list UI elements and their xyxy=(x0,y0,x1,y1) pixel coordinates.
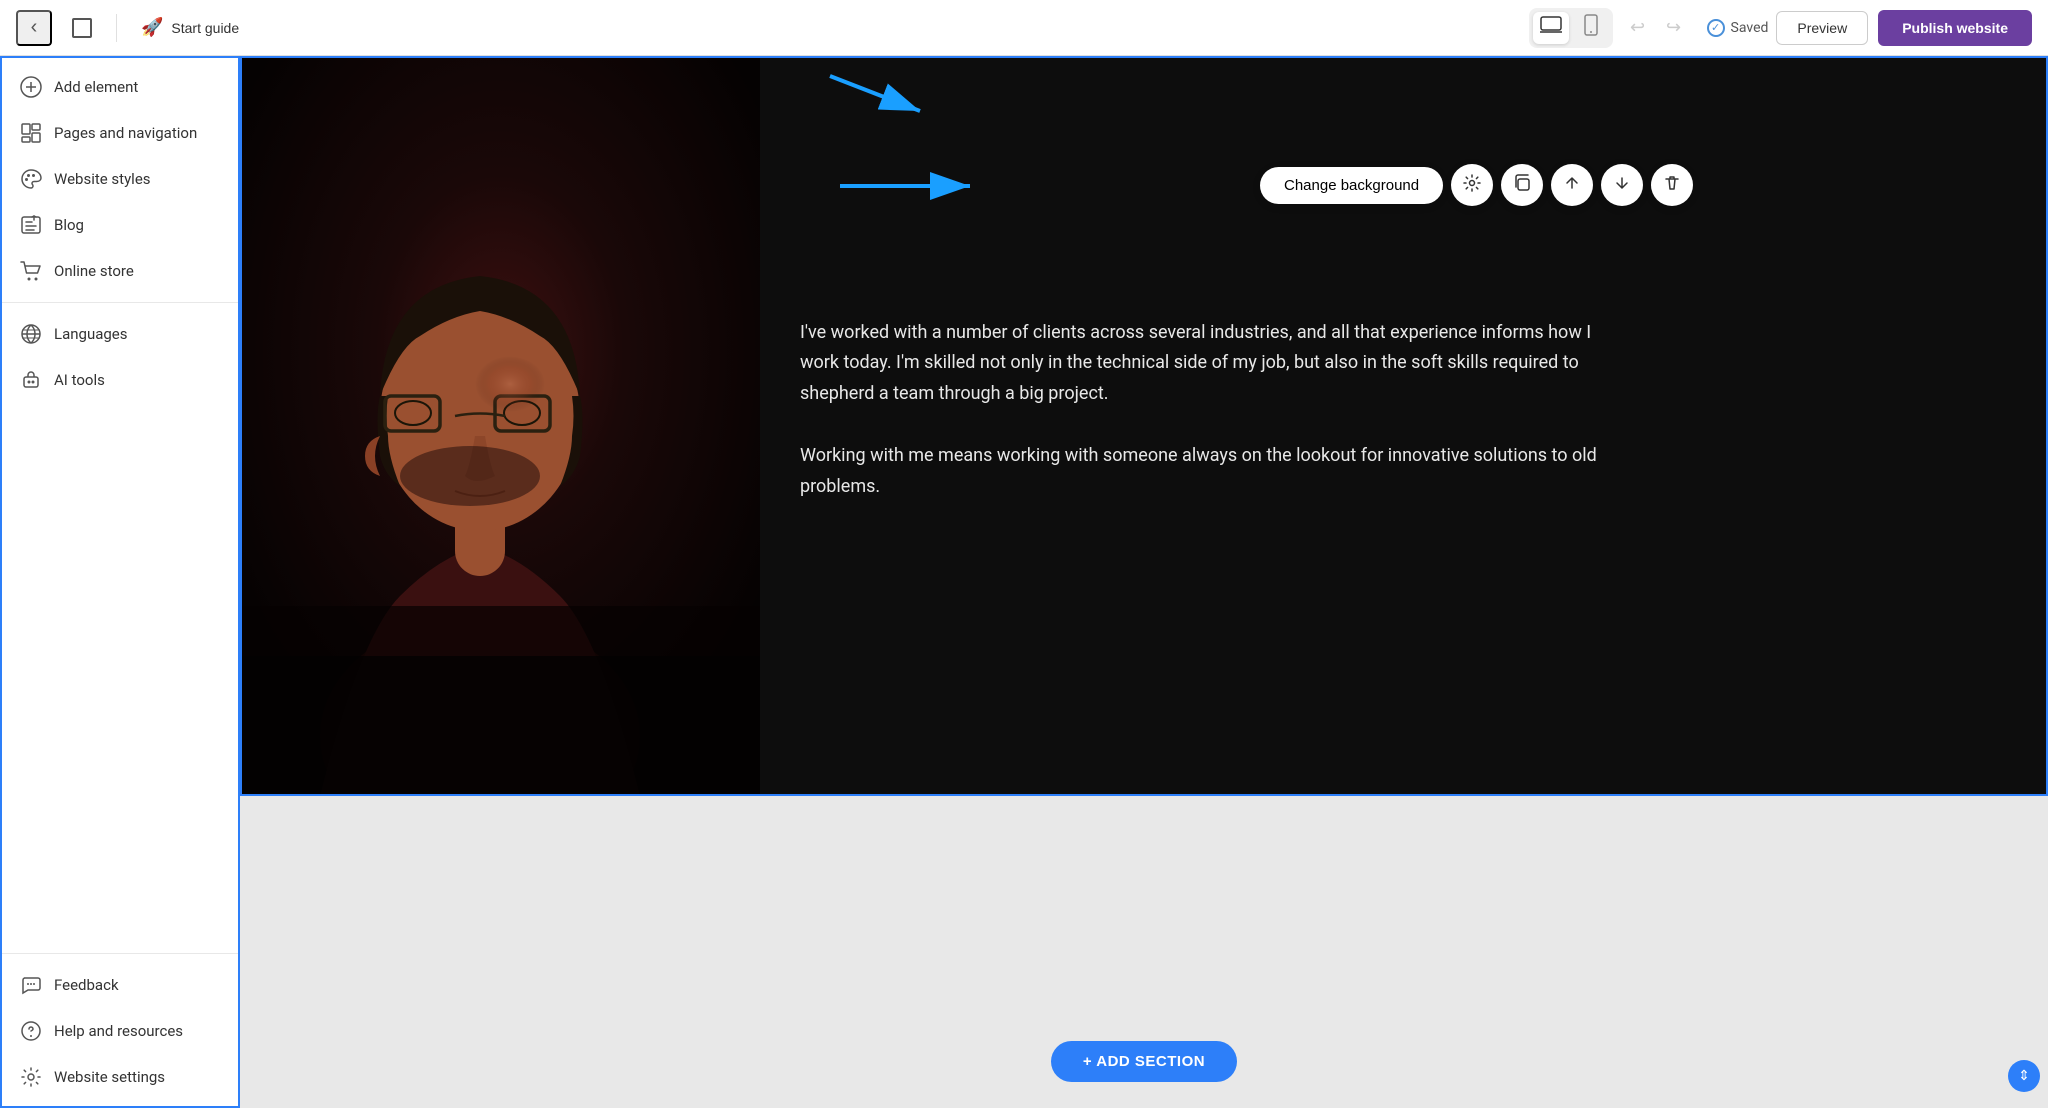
section-settings-button[interactable] xyxy=(1451,164,1493,206)
section-move-down-button[interactable] xyxy=(1601,164,1643,206)
laptop-icon xyxy=(1540,16,1562,39)
sidebar-item-pages-navigation[interactable]: Pages and navigation xyxy=(0,110,238,156)
sidebar-item-website-styles[interactable]: Website styles xyxy=(0,156,238,202)
rocket-icon: 🚀 xyxy=(141,17,163,38)
layout-icon xyxy=(72,18,92,38)
sidebar-item-online-store[interactable]: Online store xyxy=(0,248,238,294)
arrow-down-icon xyxy=(1613,174,1631,197)
sidebar-bottom: Feedback Help and resources xyxy=(0,953,238,1108)
blog-icon xyxy=(20,214,42,236)
sidebar-item-feedback[interactable]: Feedback xyxy=(0,962,238,1008)
scroll-indicator[interactable]: ⇕ xyxy=(2008,1060,2040,1092)
sidebar-item-blog-label: Blog xyxy=(54,216,84,234)
portrait-area xyxy=(240,56,760,796)
device-toggle-group xyxy=(1529,8,1613,48)
sidebar-item-ai-tools[interactable]: AI tools xyxy=(0,357,238,403)
sidebar-item-help[interactable]: Help and resources xyxy=(0,1008,238,1054)
sidebar-item-languages[interactable]: Languages xyxy=(0,311,238,357)
saved-check-icon: ✓ xyxy=(1707,19,1725,37)
redo-button[interactable]: ↪ xyxy=(1657,11,1691,45)
undo-icon: ↩ xyxy=(1630,17,1645,38)
help-icon xyxy=(20,1020,42,1042)
sidebar-item-styles-label: Website styles xyxy=(54,170,151,188)
canvas-area: I've worked with a number of clients acr… xyxy=(240,56,2048,1108)
arrow-up-icon xyxy=(1563,174,1581,197)
start-guide-button[interactable]: 🚀 Start guide xyxy=(129,11,251,44)
publish-button[interactable]: Publish website xyxy=(1878,10,2032,46)
sidebar-item-add-element[interactable]: Add element xyxy=(0,64,238,110)
layout-button[interactable] xyxy=(60,12,104,44)
toolbar-divider-1 xyxy=(116,14,117,42)
saved-indicator: ✓ Saved xyxy=(1707,19,1769,37)
palette-icon xyxy=(20,168,42,190)
gear-icon xyxy=(1463,174,1481,197)
floating-toolbar: Change background xyxy=(1260,164,1693,206)
undo-button[interactable]: ↩ xyxy=(1621,11,1655,45)
sidebar-item-website-settings[interactable]: Website settings xyxy=(0,1054,238,1100)
sidebar-item-ai-label: AI tools xyxy=(54,371,105,389)
copy-icon xyxy=(1513,174,1531,197)
sidebar-item-pages-label: Pages and navigation xyxy=(54,124,197,142)
feedback-icon xyxy=(20,974,42,996)
canvas-paragraph-2: Working with me means working with someo… xyxy=(800,441,1620,502)
start-guide-label: Start guide xyxy=(171,20,239,36)
canvas-paragraph-1: I've worked with a number of clients acr… xyxy=(800,318,1620,410)
hero-section[interactable]: I've worked with a number of clients acr… xyxy=(240,56,2048,796)
section-move-up-button[interactable] xyxy=(1551,164,1593,206)
undo-redo-group: ↩ ↪ xyxy=(1621,11,1691,45)
sidebar-item-settings-label: Website settings xyxy=(54,1068,165,1086)
scroll-icon: ⇕ xyxy=(2018,1068,2030,1084)
change-background-button[interactable]: Change background xyxy=(1260,167,1443,204)
add-section-bar: + ADD SECTION xyxy=(240,1041,2048,1082)
sidebar-item-add-element-label: Add element xyxy=(54,78,138,96)
sidebar-item-languages-label: Languages xyxy=(54,325,128,343)
sidebar: Add element Pages and navigation xyxy=(0,56,240,1108)
redo-icon: ↪ xyxy=(1666,17,1681,38)
back-button[interactable]: ‹ xyxy=(16,10,52,46)
toolbar: ‹ 🚀 Start guide xyxy=(0,0,2048,56)
add-section-button[interactable]: + ADD SECTION xyxy=(1051,1041,1237,1082)
pages-icon xyxy=(20,122,42,144)
preview-button[interactable]: Preview xyxy=(1776,11,1868,45)
main-area: Add element Pages and navigation xyxy=(0,56,2048,1108)
ai-icon xyxy=(20,369,42,391)
settings-icon xyxy=(20,1066,42,1088)
section-duplicate-button[interactable] xyxy=(1501,164,1543,206)
sidebar-item-feedback-label: Feedback xyxy=(54,976,119,994)
back-icon: ‹ xyxy=(31,16,38,39)
sidebar-item-help-label: Help and resources xyxy=(54,1022,183,1040)
saved-label: Saved xyxy=(1731,20,1769,36)
mobile-icon xyxy=(1584,14,1598,41)
sidebar-nav: Add element Pages and navigation xyxy=(0,56,238,953)
trash-icon xyxy=(1663,174,1681,197)
sidebar-separator xyxy=(0,302,238,303)
plus-circle-icon xyxy=(20,76,42,98)
mobile-view-button[interactable] xyxy=(1573,12,1609,44)
desktop-view-button[interactable] xyxy=(1533,12,1569,44)
sidebar-item-store-label: Online store xyxy=(54,262,134,280)
languages-icon xyxy=(20,323,42,345)
section-delete-button[interactable] xyxy=(1651,164,1693,206)
sidebar-item-blog[interactable]: Blog xyxy=(0,202,238,248)
cart-icon xyxy=(20,260,42,282)
